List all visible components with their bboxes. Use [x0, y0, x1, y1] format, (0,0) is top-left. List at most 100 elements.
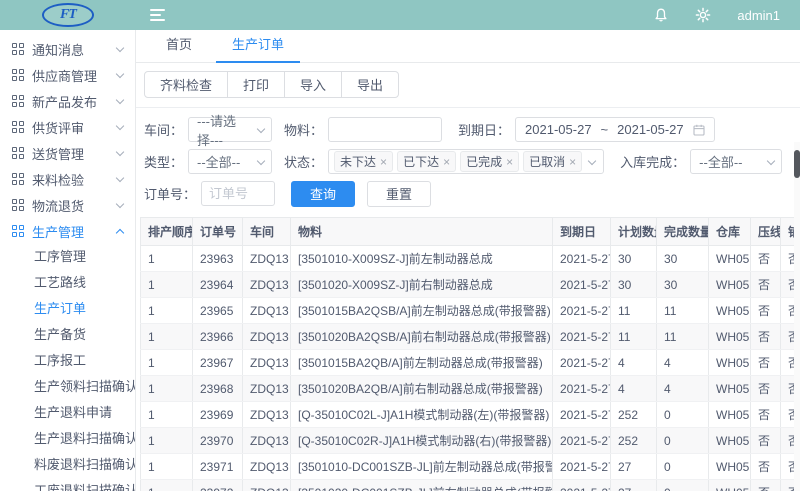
toolbar-button[interactable]: 打印	[227, 71, 285, 98]
type-label: 类型：	[144, 152, 183, 171]
table-cell: 否	[781, 298, 795, 324]
toolbar-button-group: 齐料检查打印导入导出	[144, 71, 399, 98]
reset-button[interactable]: 重置	[367, 181, 431, 207]
column-header: 车间	[243, 218, 291, 246]
status-tag: 已取消×	[523, 151, 582, 172]
remove-tag-icon[interactable]: ×	[443, 156, 450, 168]
table-cell: [Q-35010C02L-J]A1H模式制动器(左)(带报警器)	[291, 402, 553, 428]
table-row[interactable]: 123970ZDQ13[Q-35010C02R-J]A1H模式制动器(右)(带报…	[141, 428, 795, 454]
tab[interactable]: 生产订单	[212, 34, 304, 62]
material-input[interactable]	[328, 117, 442, 142]
sidebar-subitem[interactable]: 工序报工	[0, 348, 135, 374]
due-date-range-picker[interactable]: 2021-05-27 ~ 2021-05-27	[515, 117, 715, 142]
table-cell: ZDQ13	[243, 298, 291, 324]
sidebar-item[interactable]: 送货管理	[0, 140, 135, 166]
table-cell: 1	[141, 480, 193, 491]
table-cell: 0	[657, 402, 709, 428]
sidebar-item[interactable]: 生产管理	[0, 218, 135, 244]
apps-icon	[12, 121, 24, 133]
table-cell: [3501020-DC001SZB-JL]前右制动器总成(带报警器)(老气室)	[291, 480, 553, 491]
sidebar-item[interactable]: 物流退货	[0, 192, 135, 218]
workshop-value: ---请选择---	[197, 111, 250, 149]
table-cell: 否	[751, 246, 781, 272]
table-cell: WH05	[709, 272, 751, 298]
scrollbar-thumb[interactable]	[794, 150, 800, 178]
table-row[interactable]: 123971ZDQ13[3501010-DC001SZB-JL]前左制动器总成(…	[141, 454, 795, 480]
table-row[interactable]: 123965ZDQ13[3501015BA2QSB/A]前左制动器总成(带报警器…	[141, 298, 795, 324]
remove-tag-icon[interactable]: ×	[569, 156, 576, 168]
sidebar-subitem[interactable]: 生产领料扫描确认	[0, 374, 135, 400]
table-cell: 0	[657, 454, 709, 480]
chevron-down-icon	[116, 69, 124, 77]
current-user[interactable]: admin1	[737, 8, 780, 23]
sidebar-subitem[interactable]: 工艺路线	[0, 270, 135, 296]
sidebar-subitem[interactable]: 生产订单	[0, 296, 135, 322]
sidebar-subitem[interactable]: 生产退料申请	[0, 400, 135, 426]
column-header: 压线	[751, 218, 781, 246]
sidebar-subitem[interactable]: 生产退料扫描确认	[0, 426, 135, 452]
remove-tag-icon[interactable]: ×	[506, 156, 513, 168]
gear-icon[interactable]	[695, 7, 711, 23]
table-cell: 2021-5-27	[553, 246, 611, 272]
vertical-scrollbar[interactable]	[794, 142, 800, 491]
order-no-label: 订单号：	[144, 184, 196, 203]
table-row[interactable]: 123963ZDQ13[3501010-X009SZ-J]前左制动器总成2021…	[141, 246, 795, 272]
table-cell: 23966	[193, 324, 243, 350]
table-row[interactable]: 123969ZDQ13[Q-35010C02L-J]A1H模式制动器(左)(带报…	[141, 402, 795, 428]
order-no-input[interactable]	[201, 181, 275, 206]
type-select[interactable]: --全部--	[188, 149, 272, 174]
apps-icon	[12, 69, 24, 81]
table-cell: 23967	[193, 350, 243, 376]
table-row[interactable]: 123966ZDQ13[3501020BA2QSB/A]前右制动器总成(带报警器…	[141, 324, 795, 350]
status-multiselect[interactable]: 未下达×已下达×已完成×已取消×	[328, 149, 604, 174]
toolbar-button[interactable]: 导出	[341, 71, 399, 98]
sidebar-item[interactable]: 供应商管理	[0, 62, 135, 88]
table-cell: WH05	[709, 350, 751, 376]
tab[interactable]: 首页	[146, 34, 212, 62]
table-cell: 1	[141, 272, 193, 298]
bell-icon[interactable]	[653, 7, 669, 23]
due-date-from: 2021-05-27	[525, 122, 592, 137]
chevron-down-icon	[767, 156, 775, 164]
inbound-select[interactable]: --全部--	[690, 149, 782, 174]
table-row[interactable]: 123968ZDQ13[3501020BA2QB/A]前右制动器总成(带报警器)…	[141, 376, 795, 402]
sidebar-subitem[interactable]: 料废退料扫描确认	[0, 452, 135, 478]
due-date-to: 2021-05-27	[617, 122, 684, 137]
sidebar-subitem[interactable]: 工序管理	[0, 244, 135, 270]
table-cell: 23969	[193, 402, 243, 428]
table-cell: [3501020-X009SZ-J]前右制动器总成	[291, 272, 553, 298]
sidebar-subitem[interactable]: 生产备货	[0, 322, 135, 348]
table-cell: 2021-5-27	[553, 428, 611, 454]
table-cell: [3501015BA2QB/A]前左制动器总成(带报警器)	[291, 350, 553, 376]
table-cell: 11	[657, 298, 709, 324]
remove-tag-icon[interactable]: ×	[380, 156, 387, 168]
sidebar-item[interactable]: 来料检验	[0, 166, 135, 192]
sidebar-item[interactable]: 供货评审	[0, 114, 135, 140]
sidebar-item-label: 供货评审	[32, 118, 117, 137]
table-cell: 否	[751, 350, 781, 376]
table-row[interactable]: 123972ZDQ13[3501020-DC001SZB-JL]前右制动器总成(…	[141, 480, 795, 491]
menu-fold-icon[interactable]	[150, 9, 165, 21]
workshop-select[interactable]: ---请选择---	[188, 117, 272, 142]
toolbar-button[interactable]: 齐料检查	[144, 71, 228, 98]
status-tag-label: 已下达	[403, 153, 439, 170]
sidebar-item[interactable]: 通知消息	[0, 36, 135, 62]
table-cell: ZDQ13	[243, 428, 291, 454]
table-cell: 否	[751, 272, 781, 298]
table-row[interactable]: 123967ZDQ13[3501015BA2QB/A]前左制动器总成(带报警器)…	[141, 350, 795, 376]
table-cell: WH05	[709, 246, 751, 272]
type-value: --全部--	[197, 152, 240, 171]
table-row[interactable]: 123964ZDQ13[3501020-X009SZ-J]前右制动器总成2021…	[141, 272, 795, 298]
column-header: 排产顺序	[141, 218, 193, 246]
apps-icon	[12, 225, 24, 237]
table-cell: ZDQ13	[243, 246, 291, 272]
toolbar-button[interactable]: 导入	[284, 71, 342, 98]
table-cell: 否	[781, 350, 795, 376]
search-button[interactable]: 查询	[291, 181, 355, 207]
sidebar-item[interactable]: 新产品发布	[0, 88, 135, 114]
sidebar-subitem[interactable]: 工废退料扫描确认	[0, 478, 135, 491]
table-cell: 4	[611, 350, 657, 376]
table-cell: 23963	[193, 246, 243, 272]
main-content: 首页生产订单 齐料检查打印导入导出 车间： ---请选择--- 物料： 到期日：…	[136, 30, 800, 491]
column-header: 计划数量	[611, 218, 657, 246]
